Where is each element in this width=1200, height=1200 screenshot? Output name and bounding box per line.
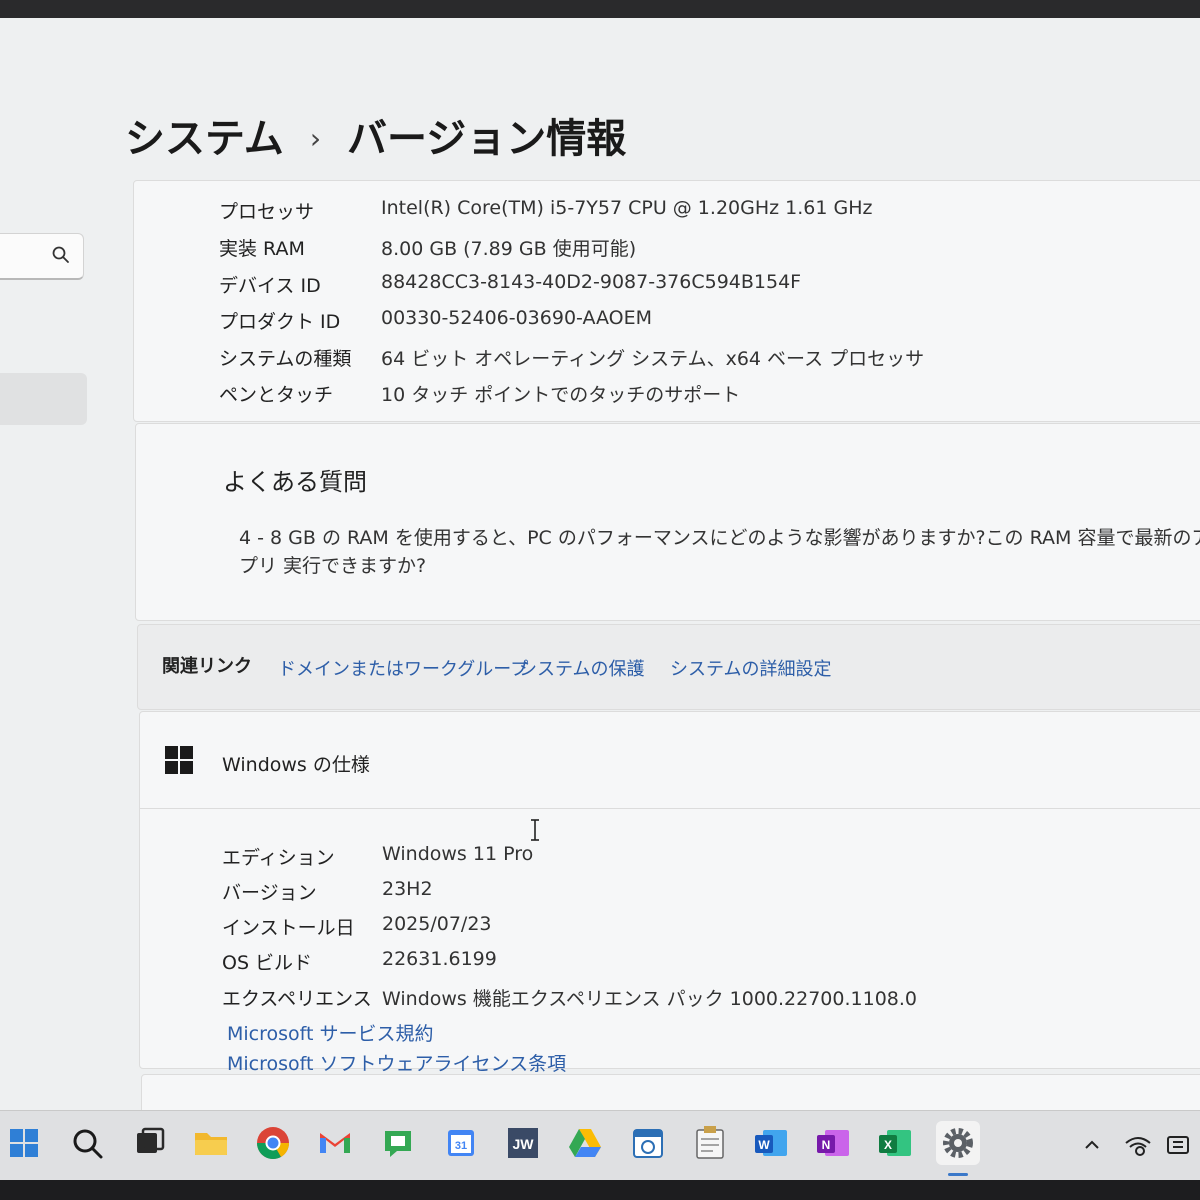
spec-value: 8.00 GB (7.89 GB 使用可能) xyxy=(381,238,637,260)
link-domain-workgroup[interactable]: ドメインまたはワークグループ xyxy=(278,655,528,681)
spec-label: インストール日 xyxy=(222,917,355,939)
spec-value: 00330-52406-03690-AAOEM xyxy=(381,307,653,329)
spec-value: 88428CC3-8143-40D2-9087-376C594B154F xyxy=(381,271,802,293)
breadcrumb-system[interactable]: システム xyxy=(125,116,284,162)
faq-heading: よくある質問 xyxy=(223,468,367,496)
outlook-calendar-icon xyxy=(633,1129,663,1158)
spec-label: 実装 RAM xyxy=(219,238,305,260)
link-microsoft-software-license[interactable]: Microsoft ソフトウェアライセンス条項 xyxy=(227,1049,566,1076)
search-icon xyxy=(52,246,69,263)
link-advanced-system-settings[interactable]: システムの詳細設定 xyxy=(670,655,831,681)
spec-label: プロダクト ID xyxy=(219,311,341,333)
network-icon[interactable] xyxy=(1124,1133,1152,1157)
onenote-letter: N xyxy=(822,1138,831,1152)
speaker-icon[interactable] xyxy=(1166,1133,1194,1157)
settings-icon xyxy=(943,1128,973,1158)
word-icon: W xyxy=(755,1130,787,1156)
spec-value: 22631.6199 xyxy=(382,948,497,970)
word-letter: W xyxy=(758,1138,770,1152)
breadcrumb-separator: › xyxy=(309,122,322,155)
spec-label: エクスペリエンス xyxy=(222,988,372,1010)
jw-cad-icon: JW xyxy=(508,1128,538,1158)
spec-value: 10 タッチ ポイントでのタッチのサポート xyxy=(381,384,741,406)
google-drive-button[interactable] xyxy=(563,1121,607,1165)
windows-spec-title: Windows の仕様 xyxy=(222,754,370,776)
excel-icon: X xyxy=(879,1130,911,1156)
spec-value: 2025/07/23 xyxy=(382,913,492,935)
screen-bezel xyxy=(0,1180,1200,1200)
spec-value: 64 ビット オペレーティング システム、x64 ベース プロセッサ xyxy=(381,348,925,370)
word-button[interactable]: W xyxy=(749,1121,793,1165)
outlook-calendar-button[interactable] xyxy=(626,1121,670,1165)
spec-label: プロセッサ xyxy=(219,201,315,223)
spec-label: ペンとタッチ xyxy=(219,384,334,406)
spec-label: バージョン xyxy=(222,882,317,904)
onenote-icon: N xyxy=(817,1130,849,1156)
faq-card: よくある質問 4 - 8 GB の RAM を使用すると、PC のパフォーマンス… xyxy=(135,423,1200,621)
chrome-icon xyxy=(256,1127,290,1160)
taskbar: 31 JW W N X xyxy=(0,1110,1200,1181)
settings-button[interactable] xyxy=(936,1121,980,1165)
spec-value: 23H2 xyxy=(382,878,433,900)
search-icon xyxy=(73,1129,103,1159)
related-links-bar: 関連リンク ドメインまたはワークグループ システムの保護 システムの詳細設定 xyxy=(137,624,1200,710)
spec-value: Windows 11 Pro xyxy=(382,843,534,865)
gmail-icon xyxy=(320,1133,350,1153)
faq-question-item[interactable]: 4 - 8 GB の RAM を使用すると、PC のパフォーマンスにどのような影… xyxy=(239,524,1200,580)
chevron-up-icon[interactable] xyxy=(1080,1133,1104,1157)
spec-label: エディション xyxy=(222,847,335,869)
file-explorer-button[interactable] xyxy=(189,1121,233,1165)
notepad-button[interactable] xyxy=(688,1121,732,1165)
windows-spec-card: Windows の仕様 エディション Windows 11 Pro バージョン … xyxy=(139,711,1200,1075)
notepad-icon xyxy=(696,1126,724,1159)
windows-spec-header[interactable]: Windows の仕様 xyxy=(140,712,1200,809)
google-calendar-button[interactable]: 31 xyxy=(439,1121,483,1165)
link-system-protection[interactable]: システムの保護 xyxy=(519,655,644,681)
google-calendar-icon: 31 xyxy=(448,1130,474,1156)
gmail-button[interactable] xyxy=(313,1121,357,1165)
spec-value: Windows 機能エクスペリエンス パック 1000.22700.1108.0 xyxy=(382,988,918,1010)
spec-label: デバイス ID xyxy=(219,275,321,297)
sidebar-item-system[interactable] xyxy=(0,373,87,425)
task-view-icon xyxy=(137,1127,165,1153)
related-links-title: 関連リンク xyxy=(162,656,252,677)
windows-logo-icon xyxy=(165,746,193,774)
excel-letter: X xyxy=(884,1138,892,1152)
jw-label: JW xyxy=(513,1136,535,1152)
file-explorer-icon xyxy=(195,1133,227,1155)
start-icon xyxy=(10,1129,38,1157)
task-view-button[interactable] xyxy=(127,1121,171,1165)
excel-button[interactable]: X xyxy=(873,1121,917,1165)
active-app-indicator xyxy=(948,1173,968,1176)
google-chat-button[interactable] xyxy=(376,1121,420,1165)
taskbar-search-button[interactable] xyxy=(65,1121,109,1165)
spec-label: OS ビルド xyxy=(222,952,313,974)
google-drive-icon xyxy=(569,1129,601,1157)
page-title: バージョン情報 xyxy=(347,116,627,162)
settings-window: システム › バージョン情報 プロセッサ Intel(R) Core(TM) i5-… xyxy=(0,18,1200,1110)
jw-cad-button[interactable]: JW xyxy=(501,1121,545,1165)
calendar-day-text: 31 xyxy=(455,1140,467,1152)
device-specs-card: プロセッサ Intel(R) Core(TM) i5-7Y57 CPU @ 1.… xyxy=(133,180,1200,422)
google-chat-icon xyxy=(385,1131,411,1157)
chrome-button[interactable] xyxy=(251,1121,295,1165)
spec-label: システムの種類 xyxy=(219,348,352,370)
text-cursor-icon xyxy=(531,819,539,841)
spec-value: Intel(R) Core(TM) i5-7Y57 CPU @ 1.20GHz … xyxy=(381,197,873,219)
breadcrumb: システム › バージョン情報 xyxy=(125,106,626,164)
settings-search-input[interactable] xyxy=(0,233,84,280)
onenote-button[interactable]: N xyxy=(811,1121,855,1165)
support-card[interactable] xyxy=(141,1074,1200,1110)
start-button[interactable] xyxy=(2,1121,46,1165)
link-microsoft-services-agreement[interactable]: Microsoft サービス規約 xyxy=(227,1019,434,1046)
